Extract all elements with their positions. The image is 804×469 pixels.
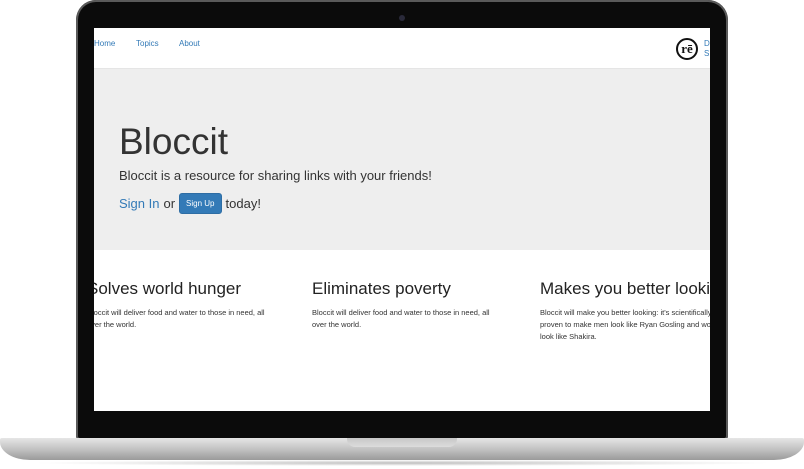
feature-heading: Makes you better looking — [540, 279, 710, 298]
feature-text-line: proven to make men look like Ryan Goslin… — [540, 320, 710, 329]
feature-text-line: Bloccit will make you better looking: it… — [540, 308, 710, 317]
feature-text: Bloccit will deliver food and water to t… — [94, 307, 287, 331]
nav-link-home[interactable]: Home — [94, 39, 115, 48]
site-logo[interactable]: rē — [676, 38, 698, 60]
sign-up-button[interactable]: Sign Up — [179, 192, 222, 214]
laptop-notch — [347, 438, 457, 447]
cta-row: Sign In or Sign Up today! — [119, 192, 261, 214]
feature-column: Makes you better looking Bloccit will ma… — [540, 278, 710, 343]
feature-text-line: Bloccit will deliver food and water to t… — [312, 308, 490, 317]
browser-screen: Home Topics About rē D S Bloccit Bloccit… — [94, 28, 710, 411]
feature-heading: Solves world hunger — [94, 279, 242, 298]
page-title: Bloccit — [119, 121, 228, 162]
feature-heading: Eliminates poverty — [312, 279, 451, 298]
hero-subtitle: Bloccit is a resource for sharing links … — [119, 168, 432, 183]
laptop-shadow — [30, 460, 774, 466]
feature-text: Bloccit will deliver food and water to t… — [312, 307, 512, 331]
feature-text-line: over the world. — [94, 320, 137, 329]
jumbotron: Bloccit Bloccit is a resource for sharin… — [94, 69, 710, 250]
or-text: or — [163, 195, 176, 211]
feature-text-line: look like Shakira. — [540, 332, 597, 341]
camera-icon — [399, 15, 405, 21]
sign-in-link[interactable]: Sign In — [119, 196, 159, 211]
today-text: today! — [225, 195, 261, 211]
feature-column: Solves world hunger Bloccit will deliver… — [94, 278, 287, 331]
nav-edge-link-bottom[interactable]: S — [704, 50, 709, 58]
nav-edge-link-top[interactable]: D — [704, 40, 710, 48]
nav-link-about[interactable]: About — [179, 39, 200, 48]
feature-text: Bloccit will make you better looking: it… — [540, 307, 710, 343]
navbar: Home Topics About rē D S — [94, 28, 710, 69]
feature-column: Eliminates poverty Bloccit will deliver … — [312, 278, 512, 331]
nav-link-topics[interactable]: Topics — [136, 39, 159, 48]
feature-text-line: over the world. — [312, 320, 362, 329]
feature-text-line: Bloccit will deliver food and water to t… — [94, 308, 265, 317]
